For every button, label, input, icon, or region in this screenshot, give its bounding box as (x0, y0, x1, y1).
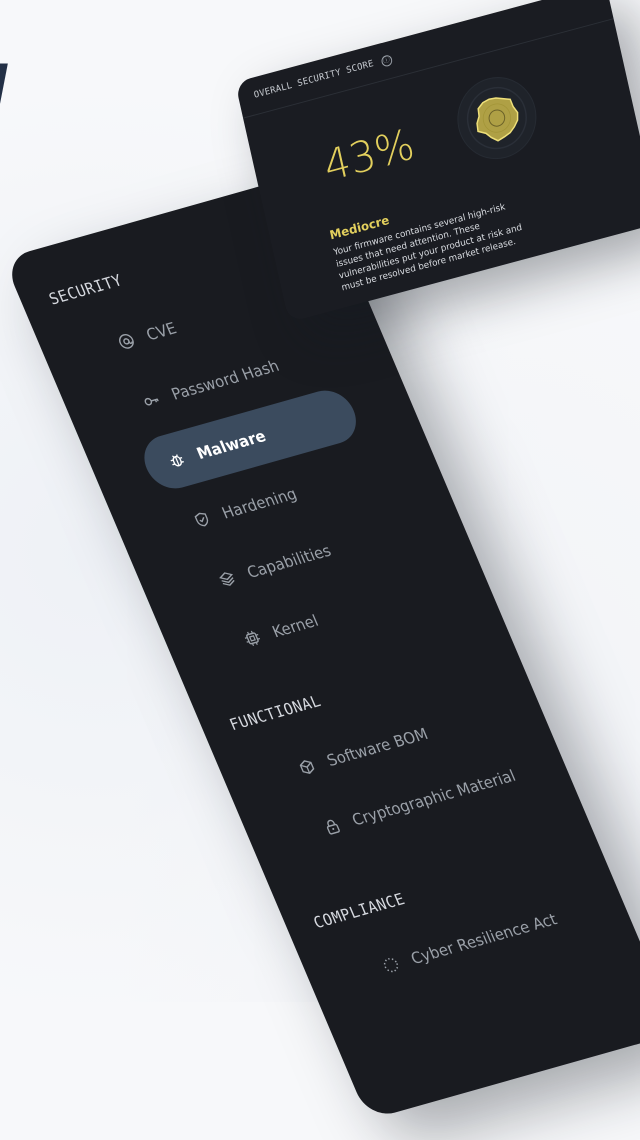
card-title: OVERALL SECURITY SCORE (253, 58, 375, 101)
security-score-card: OVERALL SECURITY SCORE ⓘ 43% Mediocre Yo… (235, 0, 640, 323)
circle-dotted-icon (383, 957, 399, 973)
score-ring-gauge (457, 77, 537, 160)
info-icon[interactable]: ⓘ (380, 53, 393, 68)
rating-description: Your firmware contains several high-risk… (332, 202, 524, 294)
score-value: 43% (319, 119, 419, 191)
card-header: OVERALL SECURITY SCORE ⓘ (235, 0, 614, 119)
